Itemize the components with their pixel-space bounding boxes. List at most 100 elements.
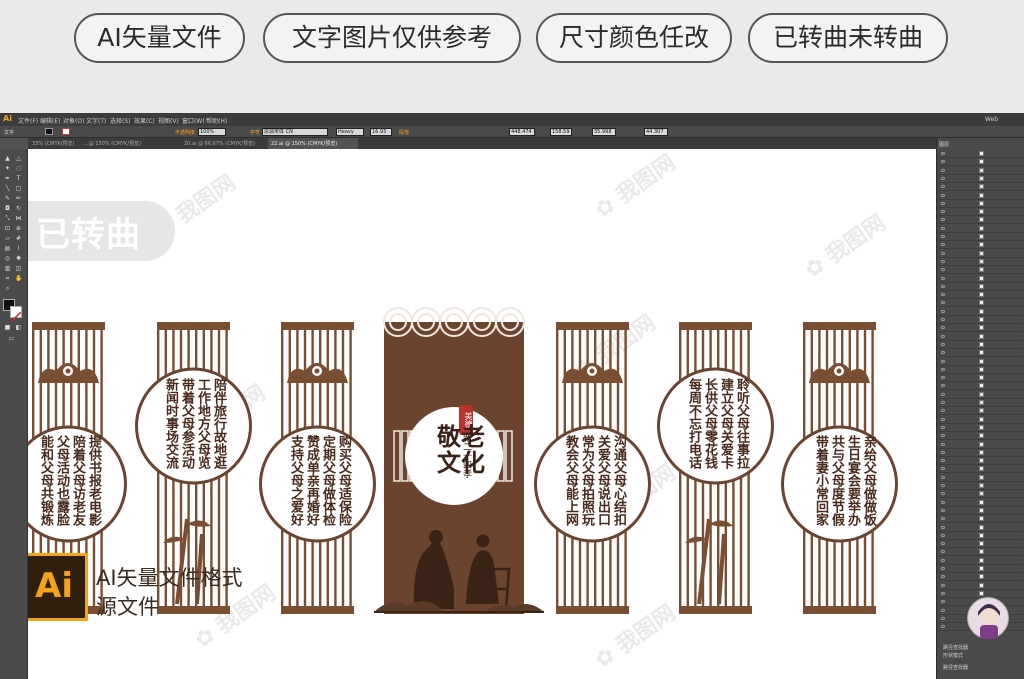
slice-tool-icon[interactable]: ⌗ [4,275,11,282]
visibility-eye-icon[interactable] [941,542,945,546]
font-family-field[interactable]: 思源宋体 CN [262,128,328,136]
visibility-eye-icon[interactable] [941,467,945,471]
visibility-eye-icon[interactable] [941,193,945,197]
layer-row[interactable] [939,291,1023,300]
layer-row[interactable] [939,557,1023,565]
visibility-eye-icon[interactable] [941,484,945,487]
visibility-eye-icon[interactable] [941,268,945,272]
visibility-eye-icon[interactable] [941,500,945,504]
layer-row[interactable] [939,449,1023,457]
layer-row[interactable] [939,324,1023,333]
font-style-field[interactable]: Heavy [336,128,364,136]
visibility-eye-icon[interactable] [941,575,945,579]
visibility-eye-icon[interactable] [941,492,945,496]
visibility-eye-icon[interactable] [941,235,945,238]
layer-row[interactable] [939,250,1023,258]
tab-doc-active[interactable]: 22.ai @ 150% (CMYK/预览) [268,138,358,149]
lasso-tool-icon[interactable]: ◌ [15,165,22,172]
visibility-eye-icon[interactable] [941,459,945,463]
selection-tool-icon[interactable]: ▲ [4,155,11,162]
layer-row[interactable] [939,349,1023,358]
visibility-eye-icon[interactable] [941,176,945,180]
blend-tool-icon[interactable]: ◎ [4,255,11,262]
opacity-label[interactable]: 不透明度 [175,129,195,136]
layer-row[interactable] [939,241,1023,250]
layer-row[interactable] [939,524,1023,532]
layer-row[interactable] [939,457,1023,466]
paragraph-label[interactable]: 段落 [399,129,409,136]
layer-row[interactable] [939,366,1023,374]
layer-row[interactable] [939,515,1023,524]
layer-row[interactable] [939,216,1023,225]
visibility-eye-icon[interactable] [941,342,945,346]
visibility-eye-icon[interactable] [941,450,945,454]
layer-row[interactable] [939,374,1023,383]
tab-doc-2[interactable]: ...@ 150% (CMYK/预览) [84,140,141,147]
fill-swatch[interactable] [45,128,53,135]
artboard-tool-icon[interactable]: ◫ [15,265,22,272]
layer-row[interactable] [939,150,1023,158]
layer-row[interactable] [939,573,1023,582]
menu-type[interactable]: 文字(T) [86,116,106,125]
tab-doc-3[interactable]: 20.ai @ 66.67% (CMYK/预览) [184,140,255,147]
visibility-eye-icon[interactable] [941,201,945,205]
free-transform-tool-icon[interactable]: ⊡ [4,225,11,232]
layer-row[interactable] [939,200,1023,208]
visibility-eye-icon[interactable] [941,210,945,214]
layer-row[interactable] [939,283,1023,291]
visibility-eye-icon[interactable] [941,417,945,421]
visibility-eye-icon[interactable] [941,185,945,189]
visibility-eye-icon[interactable] [941,517,945,521]
visibility-eye-icon[interactable] [941,409,945,413]
layer-row[interactable] [939,490,1023,499]
color-mode-icon[interactable]: ■ [4,324,11,331]
visibility-eye-icon[interactable] [941,284,945,288]
menu-effect[interactable]: 效果(C) [134,116,155,125]
menu-select[interactable]: 选择(S) [110,116,131,125]
layer-row[interactable] [939,474,1023,482]
visibility-eye-icon[interactable] [941,160,945,164]
visibility-eye-icon[interactable] [941,434,945,438]
menu-view[interactable]: 视图(V) [158,116,179,125]
visibility-eye-icon[interactable] [941,550,945,554]
layer-row[interactable] [939,308,1023,316]
layer-row[interactable] [939,208,1023,217]
layer-row[interactable] [939,441,1023,449]
layer-row[interactable] [939,266,1023,275]
visibility-eye-icon[interactable] [941,259,945,263]
layer-row[interactable] [939,167,1023,175]
mesh-tool-icon[interactable]: # [15,235,22,242]
layer-row[interactable] [939,258,1023,266]
stroke-swatch[interactable] [62,128,70,135]
opacity-field[interactable]: 100% [198,128,226,136]
visibility-eye-icon[interactable] [941,301,945,305]
tab-doc-1[interactable]: 33% (CMYK/预览) [32,140,74,147]
user-avatar[interactable] [967,597,1009,639]
layer-row[interactable] [939,499,1023,507]
layer-row[interactable] [939,299,1023,308]
pencil-tool-icon[interactable]: ✏ [15,195,22,202]
layer-row[interactable] [939,192,1023,200]
visibility-eye-icon[interactable] [941,318,945,321]
layer-row[interactable] [939,590,1023,598]
layer-row[interactable] [939,382,1023,391]
visibility-eye-icon[interactable] [941,226,945,230]
shape-builder-tool-icon[interactable]: ⊕ [15,225,22,232]
rectangle-tool-icon[interactable]: □ [15,185,22,192]
layer-row[interactable] [939,183,1023,192]
menu-object[interactable]: 对象(O) [63,116,84,125]
draw-mode-icon[interactable]: ◧ [15,324,22,331]
visibility-eye-icon[interactable] [941,508,945,512]
artboard-canvas[interactable]: ✿ 我图网 ✿ 我图网 ✿ 我图网 ✿ 我图网 ✿ 我图网 ✿ 我图网 ✿ 我图… [28,149,936,679]
layer-row[interactable] [939,225,1023,233]
visibility-eye-icon[interactable] [941,326,945,330]
perspective-tool-icon[interactable]: ▱ [4,235,11,242]
hand-tool-icon[interactable]: ✋ [15,275,22,282]
rotate-tool-icon[interactable]: ↻ [15,205,22,212]
visibility-eye-icon[interactable] [941,334,945,338]
layer-row[interactable] [939,233,1023,241]
workspace-switcher[interactable]: Web [985,116,998,123]
line-tool-icon[interactable]: ╲ [4,185,11,192]
layer-row[interactable] [939,341,1023,349]
layer-row[interactable] [939,399,1023,407]
